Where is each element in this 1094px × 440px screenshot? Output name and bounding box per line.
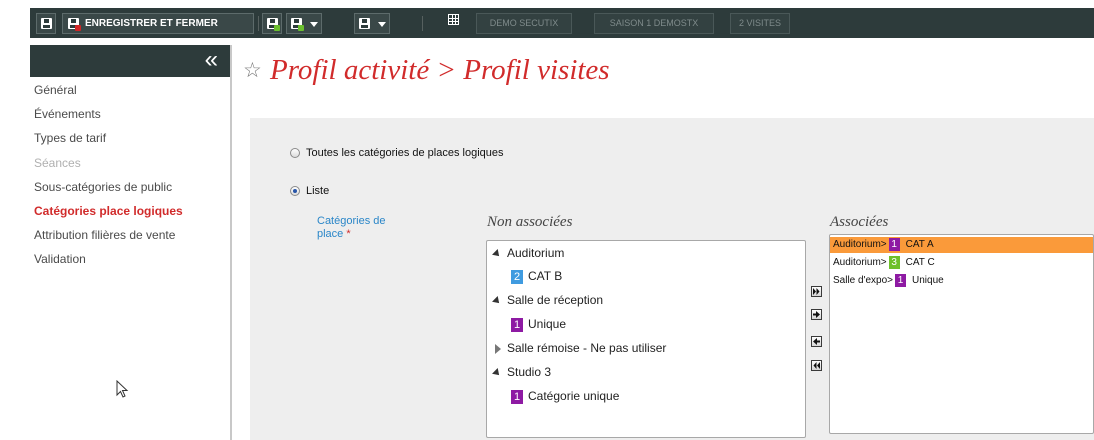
chevron-down-icon <box>310 22 318 27</box>
calendar-grid-icon[interactable] <box>448 14 459 25</box>
list-item[interactable]: 1 Catégorie unique <box>511 389 619 404</box>
list-item[interactable]: 2 CAT B <box>511 269 562 284</box>
sidebar-item-sessions: Séances <box>34 156 81 170</box>
mouse-cursor-icon <box>116 380 129 398</box>
move-all-right-icon <box>813 288 820 295</box>
page-title: Profil activité > Profil visites <box>270 54 610 86</box>
move-left-icon <box>813 338 820 345</box>
chevron-down-icon <box>378 22 386 27</box>
save-button[interactable] <box>36 13 56 34</box>
sidebar-item-events[interactable]: Événements <box>34 107 101 121</box>
sidebar-divider <box>230 45 232 440</box>
info-tag-season: SAISON 1 DEMOSTX <box>594 13 714 34</box>
sidebar-item-audience-subcategories[interactable]: Sous-catégories de public <box>34 180 172 194</box>
all-categories-radio[interactable] <box>290 148 300 158</box>
list-radio-label: Liste <box>306 185 330 197</box>
required-marker: * <box>346 228 351 240</box>
favorite-star-icon[interactable]: ☆ <box>243 58 262 83</box>
category-badge: 2 <box>511 269 523 284</box>
non-associated-list[interactable]: Auditorium 2 CAT B Salle de réception 1 Un… <box>486 240 806 438</box>
collapsed-arrow-icon[interactable] <box>495 343 501 354</box>
move-right-button[interactable] <box>811 309 822 320</box>
sidebar-item-validation[interactable]: Validation <box>34 252 86 266</box>
info-tag-organisation: DEMO SECUTIX <box>476 13 572 34</box>
sidebar-header: « <box>30 45 230 77</box>
category-badge: 1 <box>895 273 907 287</box>
move-left-button[interactable] <box>811 336 822 347</box>
list-radio[interactable] <box>290 186 300 196</box>
category-badge: 1 <box>888 237 900 251</box>
associated-list[interactable]: Auditorium> 1 CAT A Auditorium> 3 CAT C Sall… <box>829 234 1094 434</box>
move-all-right-button[interactable] <box>811 286 822 297</box>
tree-group-studio-3[interactable]: Studio 3 <box>492 365 551 379</box>
move-all-left-icon <box>813 362 820 369</box>
associated-heading: Associées <box>830 214 889 230</box>
save-options-icon <box>359 18 370 29</box>
save-copy-dropdown[interactable] <box>286 13 322 34</box>
save-options-dropdown[interactable] <box>354 13 390 34</box>
non-associated-heading: Non associées <box>487 214 573 230</box>
categories-field-label: Catégories de place * <box>317 215 386 240</box>
save-and-close-label: ENREGISTRER ET FERMER <box>85 18 218 29</box>
category-badge: 1 <box>511 389 523 404</box>
list-item[interactable]: Auditorium> 1 CAT A <box>830 237 1093 253</box>
sidebar-item-general[interactable]: Général <box>34 83 77 97</box>
tree-group-auditorium[interactable]: Auditorium <box>492 246 564 260</box>
list-item[interactable]: 1 Unique <box>511 317 566 332</box>
expanded-arrow-icon[interactable] <box>492 367 502 378</box>
collapse-sidebar-icon[interactable]: « <box>205 47 218 73</box>
tree-group-reception-hall[interactable]: Salle de réception <box>492 293 603 307</box>
save-new-button[interactable] <box>262 13 282 34</box>
expanded-arrow-icon[interactable] <box>492 248 502 259</box>
sidebar-item-logical-seat-categories[interactable]: Catégories place logiques <box>34 204 183 218</box>
tree-group-salle-remoise[interactable]: Salle rémoise - Ne pas utiliser <box>493 341 666 355</box>
top-toolbar: ENREGISTRER ET FERMER DEMO SECUTIX SAISO… <box>30 8 1094 38</box>
list-item[interactable]: Salle d'expo> 1 Unique <box>830 273 1093 289</box>
sidebar-item-price-types[interactable]: Types de tarif <box>34 131 106 145</box>
save-and-close-button[interactable]: ENREGISTRER ET FERMER <box>62 13 254 34</box>
info-tag-count: 2 VISITES <box>730 13 790 34</box>
move-all-left-button[interactable] <box>811 360 822 371</box>
all-categories-label: Toutes les catégories de places logiques <box>306 147 504 159</box>
category-badge: 1 <box>511 317 523 332</box>
expanded-arrow-icon[interactable] <box>492 295 502 306</box>
move-right-icon <box>813 311 820 318</box>
save-icon <box>41 18 52 29</box>
sidebar-item-sales-channels[interactable]: Attribution filières de vente <box>34 228 175 242</box>
list-item[interactable]: Auditorium> 3 CAT C <box>830 255 1093 271</box>
category-badge: 3 <box>888 255 900 269</box>
